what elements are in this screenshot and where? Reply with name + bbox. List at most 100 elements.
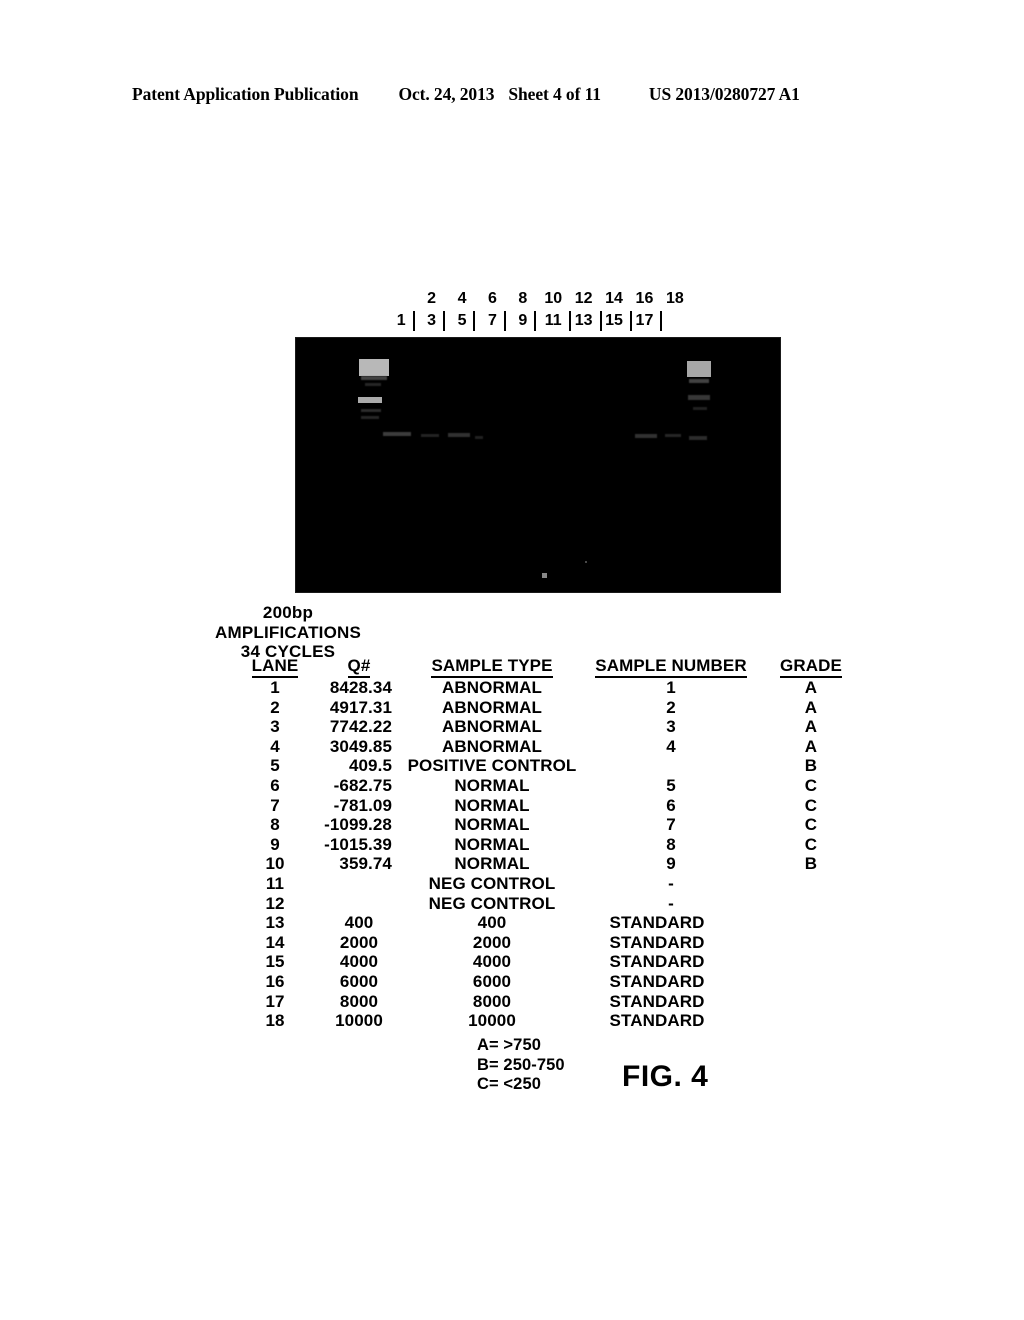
lane-label-even: 12 — [574, 290, 593, 307]
cell-grade: A — [804, 717, 818, 737]
cell-q: -781.09 — [333, 795, 392, 815]
cell-grade — [764, 972, 858, 992]
lane-label-even: 14 — [605, 290, 623, 307]
cell-grade: A — [804, 678, 818, 697]
lane-label-odd: 9 — [508, 310, 538, 332]
lane-label-even: 2 — [427, 290, 437, 307]
cell-lane: 18 — [265, 1011, 285, 1031]
lane-tick-icon — [473, 311, 476, 331]
lane-label-even: 10 — [544, 290, 563, 307]
gel-band — [688, 395, 710, 400]
column-header-sample-type: SAMPLE TYPE — [406, 655, 578, 678]
lane-label-odd: 3 — [416, 310, 446, 332]
cell-sample-type: 400 — [477, 913, 507, 933]
gel-band — [665, 434, 681, 437]
cell-lane: 13 — [265, 913, 285, 933]
cell-sample-number: 8 — [666, 834, 676, 854]
table-row: 4 3049.85 ABNORMAL 4 A — [238, 737, 858, 757]
column-header-grade: GRADE — [764, 655, 858, 678]
cell-sample-type: ABNORMAL — [442, 678, 542, 697]
cell-sample-type: 6000 — [472, 971, 512, 991]
cell-lane: 10 — [265, 854, 285, 874]
cell-lane: 1 — [270, 678, 280, 697]
cell-lane: 6 — [270, 775, 280, 795]
gel-band — [687, 361, 711, 377]
cell-q: 7742.22 — [329, 717, 392, 737]
lane-label-odd: 5 — [447, 310, 477, 332]
column-header-sample-number: SAMPLE NUMBER — [578, 655, 764, 678]
cell-sample-number: - — [668, 873, 674, 893]
cell-sample-number: 4 — [666, 736, 676, 756]
lane-ruler-odd-row: 1 3 5 7 9 11 13 15 17 — [386, 310, 690, 332]
lane-label-text: 17 — [635, 312, 654, 329]
lane-tick-icon — [503, 311, 506, 331]
cell-q: 409.5 — [348, 756, 392, 776]
cell-sample-number: 7 — [666, 815, 676, 835]
cell-q — [312, 874, 406, 894]
gel-speck — [585, 561, 587, 563]
cell-lane: 4 — [270, 736, 280, 756]
figure-title-block: 200bp AMPLIFICATIONS 34 CYCLES — [170, 603, 406, 662]
lane-label-even: 8 — [518, 290, 528, 307]
publication-title: Patent Application Publication — [132, 84, 359, 104]
cell-grade: C — [804, 834, 818, 854]
cell-grade — [764, 894, 858, 914]
cell-sample-type: NORMAL — [454, 834, 530, 854]
cell-lane: 16 — [265, 971, 285, 991]
page-header: Patent Application Publication Oct. 24, … — [132, 84, 892, 110]
grade-legend: A= >750 B= 250-750 C= <250 — [477, 1036, 565, 1095]
lane-label-text: 13 — [574, 312, 593, 329]
table-header-row: LANE Q# SAMPLE TYPE SAMPLE NUMBER GRADE — [238, 655, 858, 678]
cell-grade — [764, 992, 858, 1012]
cell-lane: 17 — [265, 991, 285, 1011]
gel-band — [475, 436, 483, 439]
gel-band — [359, 359, 389, 376]
cell-sample-type: NORMAL — [454, 815, 530, 835]
gel-band — [361, 416, 379, 419]
cell-sample-type: NEG CONTROL — [428, 893, 556, 913]
cell-grade: B — [804, 854, 818, 874]
gel-band — [689, 436, 707, 440]
cell-sample-type: NORMAL — [454, 854, 530, 874]
table-row: 9 -1015.39 NORMAL 8 C — [238, 835, 858, 855]
lane-tick-icon — [534, 311, 537, 331]
lane-label-text: 9 — [518, 312, 528, 329]
cell-lane: 8 — [270, 815, 280, 835]
table-row: 13 400 400 STANDARD — [238, 913, 858, 933]
cell-q: -1015.39 — [324, 834, 392, 854]
cell-sample-type: NEG CONTROL — [428, 873, 556, 893]
cell-lane: 14 — [265, 932, 285, 952]
cell-sample-number: STANDARD — [609, 991, 705, 1011]
lane-label-odd: 7 — [477, 310, 507, 332]
title-line-amp: AMPLIFICATIONS — [214, 622, 362, 642]
table-row: 15 4000 4000 STANDARD — [238, 952, 858, 972]
cell-sample-type: ABNORMAL — [442, 697, 542, 717]
gel-band — [361, 409, 381, 412]
lane-label-even: 16 — [635, 290, 654, 307]
lane-ruler-even-row: 2 4 6 8 10 12 14 16 18 — [386, 288, 690, 310]
cell-lane: 9 — [270, 834, 280, 854]
lane-label-text: 11 — [544, 312, 562, 329]
table-row: 8 -1099.28 NORMAL 7 C — [238, 815, 858, 835]
cell-grade — [764, 1011, 858, 1031]
gel-band — [361, 376, 387, 380]
lane-label-even: 18 — [665, 290, 684, 307]
cell-sample-number: - — [668, 893, 674, 913]
lane-label-text: 15 — [605, 312, 623, 329]
lane-label-odd — [660, 310, 690, 332]
cell-grade — [764, 874, 858, 894]
gel-band — [635, 434, 657, 438]
patent-number: US 2013/0280727 A1 — [648, 84, 800, 104]
cell-grade: A — [804, 697, 818, 717]
cell-grade: A — [804, 736, 818, 756]
table-row: 2 4917.31 ABNORMAL 2 A — [238, 698, 858, 718]
table-row: 16 6000 6000 STANDARD — [238, 972, 858, 992]
cell-sample-type: NORMAL — [454, 775, 530, 795]
lane-label-odd: 1 — [386, 310, 416, 332]
table-row: 10 359.74 NORMAL 9 B — [238, 854, 858, 874]
legend-grade-b: B= 250-750 — [477, 1055, 565, 1074]
column-header-lane: LANE — [238, 655, 312, 678]
table-row: 7 -781.09 NORMAL 6 C — [238, 796, 858, 816]
cell-lane: 3 — [270, 717, 280, 737]
cell-sample-type: 2000 — [472, 932, 512, 952]
